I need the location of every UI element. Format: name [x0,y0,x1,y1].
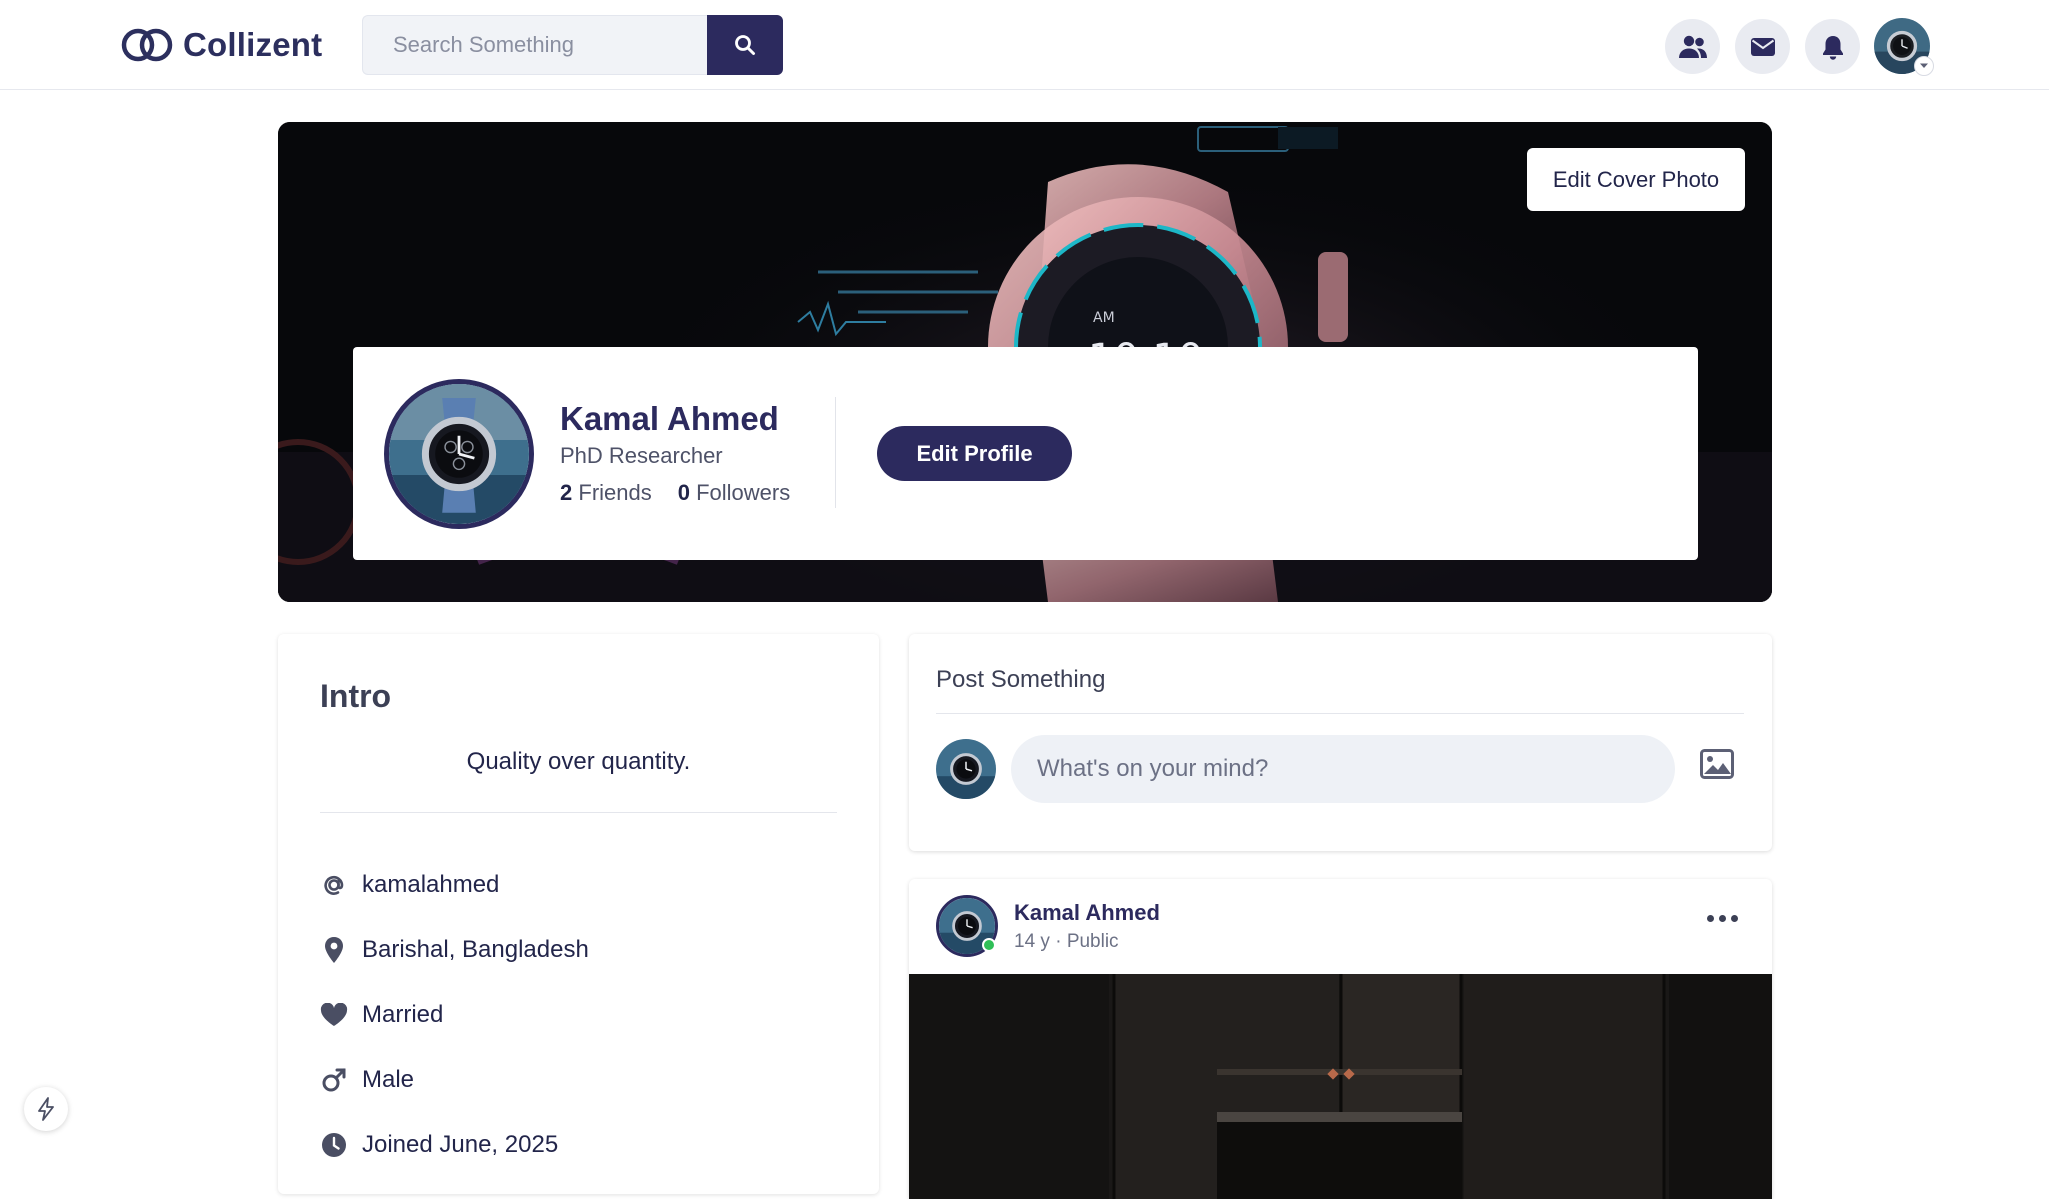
notifications-button[interactable] [1805,19,1860,74]
friends-button[interactable] [1665,19,1720,74]
brand-name: Collizent [183,26,323,63]
search-icon [735,35,755,55]
followers-label: Followers [696,480,791,505]
feed-post: Kamal Ahmed 14 y · Public [909,879,1772,1199]
profile-name: Kamal Ahmed [560,400,779,437]
post-time[interactable]: 14 y [1014,931,1050,952]
intro-gender: Male [320,1047,589,1112]
intro-details-list: kamalahmed Barishal, Bangladesh Married … [320,852,589,1177]
divider [835,397,836,508]
meta-separator: · [1055,931,1062,952]
mail-icon [1750,37,1775,56]
followers-count: 0 [677,480,690,505]
intro-location: Barishal, Bangladesh [320,917,589,982]
profile-avatar[interactable] [384,379,534,529]
divider [320,812,837,813]
intro-relationship: Married [320,982,589,1047]
search-button[interactable] [707,15,783,75]
search-input[interactable] [362,15,707,75]
heart-icon [320,1001,348,1029]
at-icon [320,871,348,899]
post-photo [909,974,1772,1199]
brand-logo[interactable]: Collizent [120,26,322,64]
profile-summary-card: Kamal Ahmed PhD Researcher 2 Friends 0 F… [353,347,1698,560]
followers-stat[interactable]: 0 Followers [678,480,791,506]
post-meta: 14 y · Public [1014,931,1119,953]
more-dots-icon [1707,915,1714,922]
watch-avatar-image [936,739,996,799]
quick-action-button[interactable] [24,1087,68,1131]
chevron-down-icon [1914,56,1934,76]
divider [936,713,1744,714]
more-dots-icon [1731,915,1738,922]
more-dots-icon [1719,915,1726,922]
post-options-button[interactable] [1707,915,1738,922]
search-bar [362,15,783,75]
image-icon [1700,749,1734,779]
header-actions [1665,19,1860,74]
clock-icon [320,1131,348,1159]
intro-username: kamalahmed [320,852,589,917]
account-menu-button[interactable] [1874,18,1934,76]
intro-bio: Quality over quantity. [466,748,691,775]
post-author-name[interactable]: Kamal Ahmed [1014,900,1160,926]
edit-profile-button[interactable]: Edit Profile [877,426,1072,481]
intro-item-text: Barishal, Bangladesh [362,935,589,963]
post-composer: Post Something [909,634,1772,851]
svg-text:AM: AM [1093,310,1115,326]
intro-joined: Joined June, 2025 [320,1112,589,1177]
lightning-bolt-icon [38,1097,54,1121]
profile-title: PhD Researcher [560,443,723,468]
composer-title: Post Something [936,666,1106,693]
online-status-indicator [982,938,996,952]
male-icon [320,1066,348,1094]
brand-logo-icon [121,28,173,62]
add-photo-button[interactable] [1700,749,1734,784]
messages-button[interactable] [1735,19,1790,74]
top-navbar: Collizent [0,0,2049,90]
intro-item-text: Joined June, 2025 [362,1130,559,1158]
post-visibility: Public [1066,931,1119,952]
friends-stat[interactable]: 2 Friends [560,480,652,506]
intro-item-text: Male [362,1065,415,1093]
intro-title: Intro [320,678,392,714]
edit-cover-photo-button[interactable]: Edit Cover Photo [1527,148,1745,211]
profile-stats: 2 Friends 0 Followers [560,480,790,506]
post-text-input[interactable] [1011,735,1675,803]
watch-avatar-image [389,384,529,524]
friends-icon [1678,35,1707,58]
location-pin-icon [320,936,348,964]
friends-count: 2 [560,480,573,505]
intro-card: Intro Quality over quantity. kamalahmed … [278,634,879,1194]
friends-label: Friends [578,480,652,505]
post-image[interactable] [909,974,1772,1199]
intro-item-text: kamalahmed [362,870,500,898]
post-author-avatar[interactable] [936,895,998,957]
avatar [936,739,996,799]
bell-icon [1822,35,1843,60]
intro-item-text: Married [362,1000,444,1028]
